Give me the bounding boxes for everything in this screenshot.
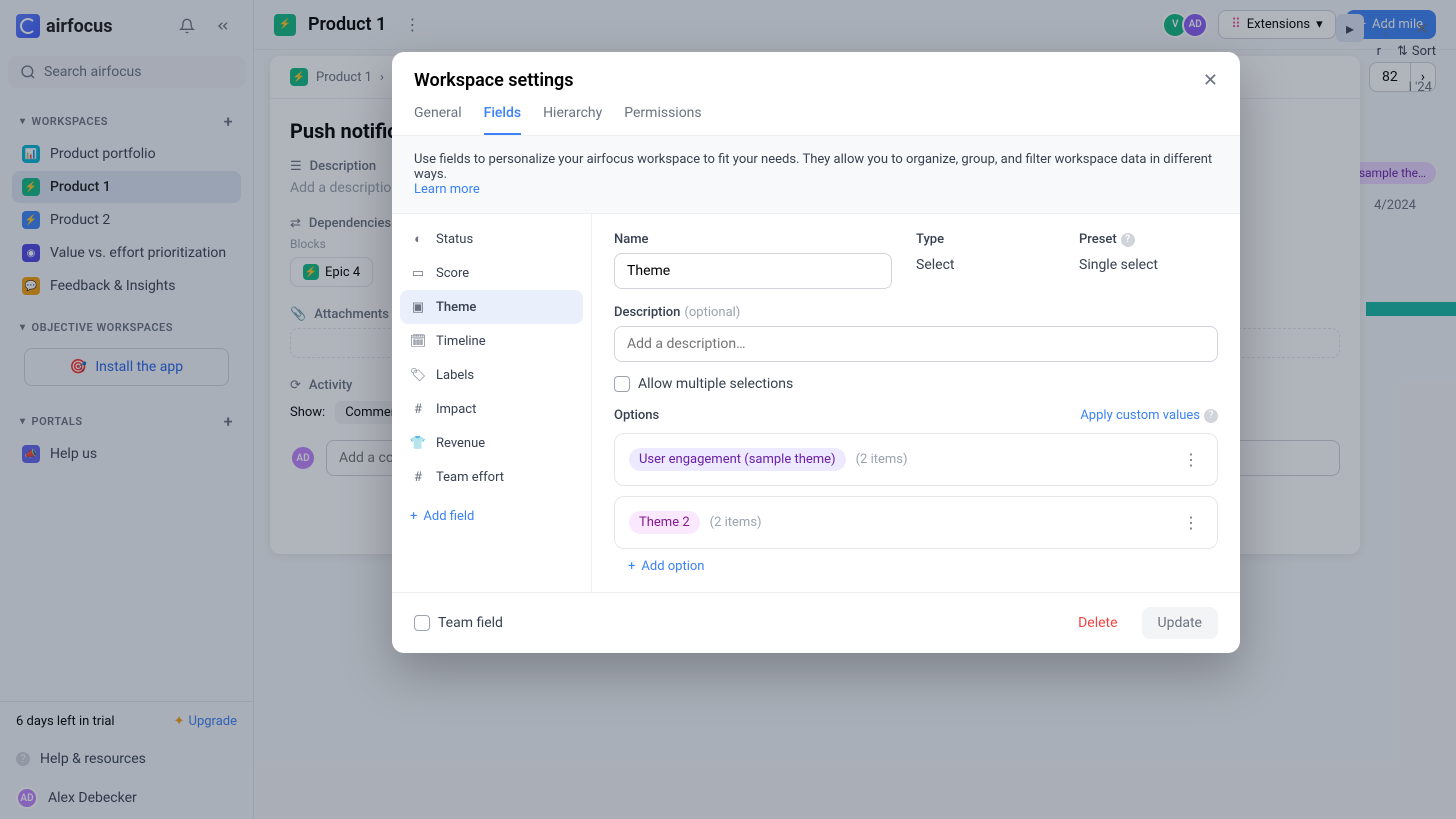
field-detail: Name Type Select Preset? Single select D… bbox=[592, 214, 1240, 592]
option-row: Theme 2 (2 items) ⋮ bbox=[614, 496, 1218, 549]
options-label: Options bbox=[614, 408, 659, 423]
name-label: Name bbox=[614, 232, 892, 247]
add-option-button[interactable]: +Add option bbox=[614, 559, 1218, 574]
description-label: Description (optional) bbox=[614, 305, 1218, 320]
add-field-button[interactable]: +Add field bbox=[400, 500, 583, 533]
field-item-status[interactable]: ◐Status bbox=[400, 222, 583, 256]
status-icon: ◐ bbox=[410, 231, 426, 247]
field-list: ◐Status ▭Score ▣Theme 🗓Timeline 🏷Labels … bbox=[392, 214, 592, 592]
checkbox-icon bbox=[414, 615, 430, 631]
tab-general[interactable]: General bbox=[414, 105, 462, 135]
field-item-team-effort[interactable]: #Team effort bbox=[400, 460, 583, 494]
preset-value: Single select bbox=[1079, 257, 1218, 273]
close-icon[interactable]: ✕ bbox=[1203, 70, 1218, 91]
theme-icon: ▣ bbox=[410, 299, 426, 315]
workspace-settings-modal: Workspace settings ✕ General Fields Hier… bbox=[392, 52, 1240, 653]
option-menu-icon[interactable]: ⋮ bbox=[1179, 446, 1203, 473]
help-icon: ? bbox=[1204, 409, 1218, 423]
tab-fields[interactable]: Fields bbox=[484, 105, 521, 135]
type-value: Select bbox=[916, 257, 1055, 273]
timeline-icon: 🗓 bbox=[410, 333, 426, 349]
option-row: User engagement (sample theme)(2 items) … bbox=[614, 433, 1218, 486]
field-item-score[interactable]: ▭Score bbox=[400, 256, 583, 290]
checkbox-icon bbox=[614, 376, 630, 392]
plus-icon: + bbox=[628, 559, 635, 574]
modal-hint: Use fields to personalize your airfocus … bbox=[392, 136, 1240, 214]
field-item-labels[interactable]: 🏷Labels bbox=[400, 358, 583, 392]
apply-custom-values-link[interactable]: Apply custom values? bbox=[1080, 408, 1218, 423]
tab-permissions[interactable]: Permissions bbox=[624, 105, 701, 135]
option-chip[interactable]: Theme 2 bbox=[629, 511, 700, 534]
type-label: Type bbox=[916, 232, 1055, 247]
description-input[interactable] bbox=[614, 326, 1218, 362]
update-button[interactable]: Update bbox=[1142, 607, 1218, 639]
modal-tabs: General Fields Hierarchy Permissions bbox=[392, 91, 1240, 136]
option-menu-icon[interactable]: ⋮ bbox=[1179, 509, 1203, 536]
revenue-icon: 👕 bbox=[410, 435, 426, 451]
label-icon: 🏷 bbox=[410, 367, 426, 383]
hash-icon: # bbox=[410, 469, 426, 485]
field-item-timeline[interactable]: 🗓Timeline bbox=[400, 324, 583, 358]
field-item-revenue[interactable]: 👕Revenue bbox=[400, 426, 583, 460]
learn-more-link[interactable]: Learn more bbox=[414, 182, 480, 197]
multiple-selections-checkbox[interactable]: Allow multiple selections bbox=[614, 376, 1218, 392]
preset-label: Preset? bbox=[1079, 232, 1218, 247]
score-icon: ▭ bbox=[410, 265, 426, 281]
option-count: (2 items) bbox=[856, 452, 908, 467]
modal-title: Workspace settings bbox=[414, 70, 574, 91]
field-item-impact[interactable]: #Impact bbox=[400, 392, 583, 426]
team-field-checkbox[interactable]: Team field bbox=[414, 615, 503, 631]
hash-icon: # bbox=[410, 401, 426, 417]
field-item-theme[interactable]: ▣Theme bbox=[400, 290, 583, 324]
tab-hierarchy[interactable]: Hierarchy bbox=[543, 105, 602, 135]
help-icon[interactable]: ? bbox=[1121, 233, 1135, 247]
delete-button[interactable]: Delete bbox=[1064, 607, 1131, 639]
option-count: (2 items) bbox=[710, 515, 762, 530]
option-chip[interactable]: User engagement (sample theme) bbox=[629, 448, 846, 471]
plus-icon: + bbox=[410, 509, 417, 524]
name-input[interactable] bbox=[614, 253, 892, 289]
